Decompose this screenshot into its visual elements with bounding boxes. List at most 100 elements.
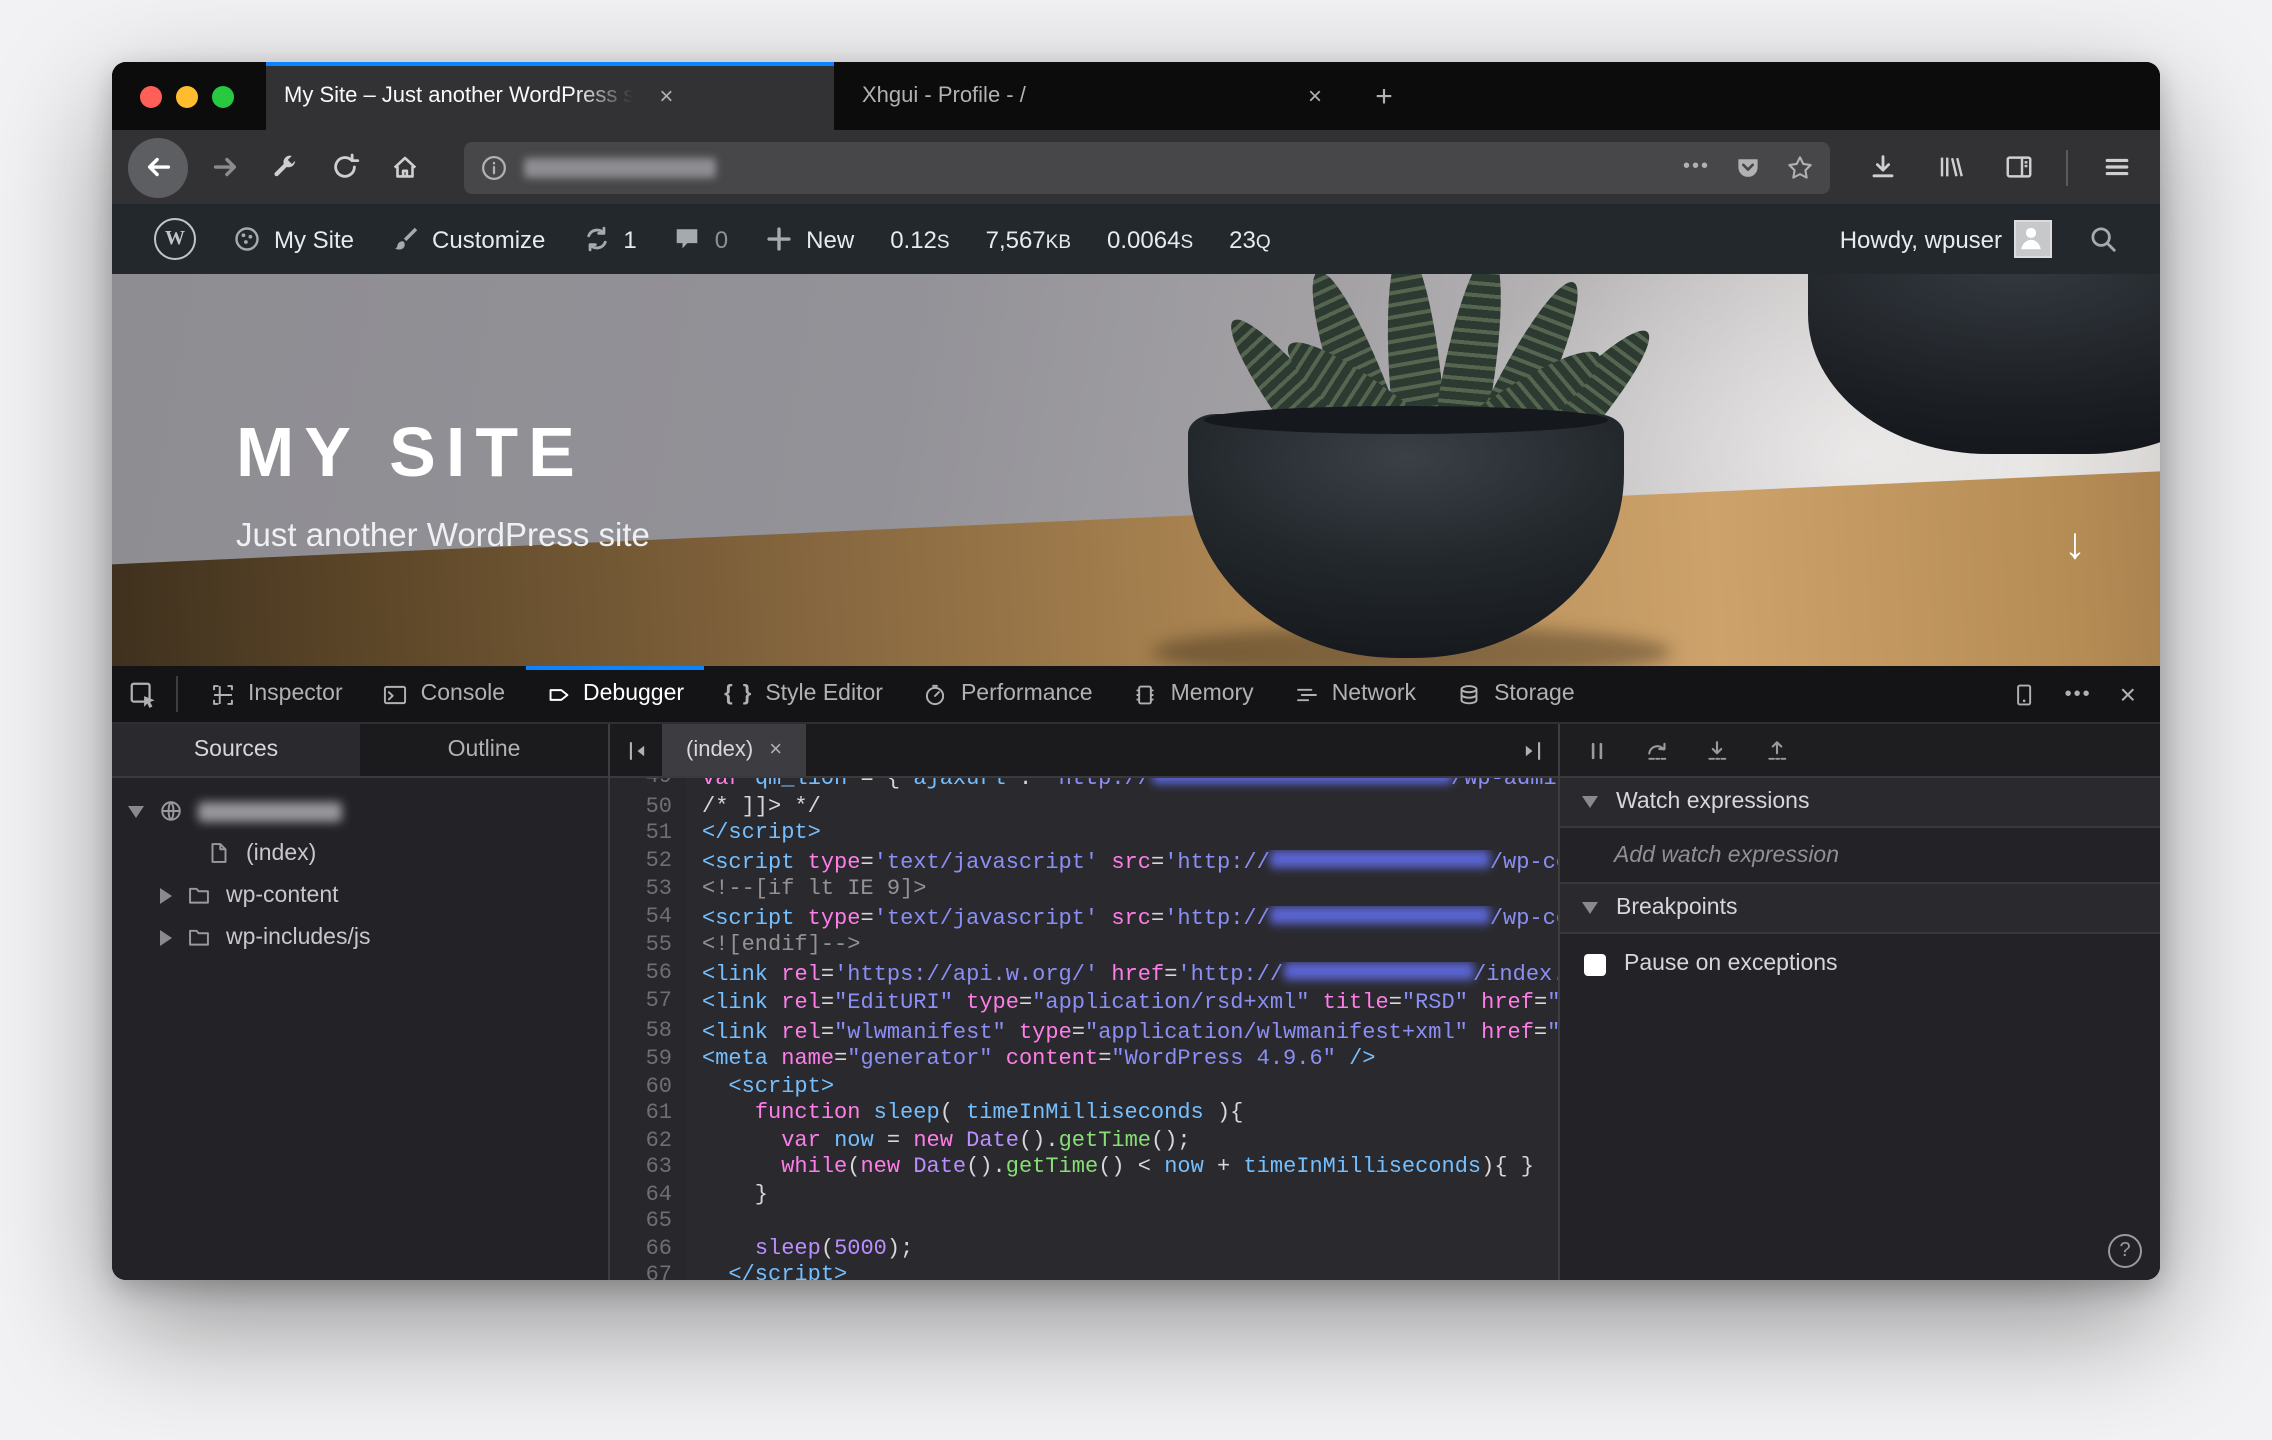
forward-button[interactable] [196,141,252,193]
qm-memory[interactable]: 7,567KB [968,225,1089,253]
line-content: <script type='text/javascript' src='http… [702,849,1558,875]
pause-icon[interactable] [1584,737,1610,763]
line-number[interactable]: 67 [610,1264,686,1280]
line-number[interactable]: 65 [610,1210,686,1237]
line-number[interactable]: 59 [610,1048,686,1075]
tree-item-domain[interactable] [112,790,608,832]
line-number[interactable]: 50 [610,795,686,822]
comments-menu[interactable]: 0 [655,204,746,274]
caret-right-icon[interactable] [160,887,172,903]
devtools-tab-memory[interactable]: Memory [1113,666,1274,722]
line-number[interactable]: 53 [610,878,686,905]
caret-down-icon[interactable] [128,805,144,817]
step-out-icon[interactable] [1764,737,1790,763]
bookmark-star-icon[interactable] [1786,153,1814,181]
sidebar-button[interactable] [1990,141,2046,193]
devtools-tab-debugger[interactable]: Debugger [525,666,704,722]
close-window-button[interactable] [140,85,162,107]
my-account-menu[interactable]: Howdy, wpuser [1822,204,2070,274]
breakpoints-header[interactable]: Breakpoints [1560,884,2160,934]
line-number[interactable]: 66 [610,1237,686,1264]
tab-outline[interactable]: Outline [360,724,608,776]
line-number[interactable]: 58 [610,1019,686,1048]
line-number[interactable]: 51 [610,822,686,849]
devtools-tab-storage[interactable]: Storage [1436,666,1595,722]
download-icon [1871,155,1893,178]
downloads-button[interactable] [1854,141,1910,193]
line-number[interactable]: 54 [610,905,686,934]
devtools-tab-label: Memory [1170,682,1254,706]
tab-close-icon[interactable]: × [659,84,673,108]
browser-tab-my-site[interactable]: My Site – Just another WordPress si × [266,62,834,130]
wrench-button[interactable] [256,141,312,193]
devtools-close-icon[interactable]: × [2120,680,2136,708]
devtools-right-buttons: ••• × [1987,666,2160,722]
minimize-window-button[interactable] [176,85,198,107]
code-editor[interactable]: 49 var qm_l10n = { ajaxurl : 'http:///wp-… [610,778,1558,1280]
blurred-url [1283,961,1474,979]
step-over-icon[interactable] [1644,737,1670,763]
line-number[interactable]: 64 [610,1183,686,1210]
line-number[interactable]: 60 [610,1075,686,1102]
qm-query-count[interactable]: 23Q [1211,225,1289,253]
help-button[interactable]: ? [2108,1234,2142,1268]
browser-tab-xhgui[interactable]: Xhgui - Profile - / × [834,62,1350,130]
tree-item--index-[interactable]: (index) [112,832,608,874]
tree-item-wp-includes-js[interactable]: wp-includes/js [112,916,608,958]
watch-expressions-header[interactable]: Watch expressions [1560,778,2160,828]
line-number[interactable]: 52 [610,849,686,878]
pick-element-button[interactable] [112,666,172,722]
devtools-tab-console[interactable]: Console [363,666,525,722]
zoom-window-button[interactable] [212,85,234,107]
line-number[interactable]: 56 [610,961,686,990]
scroll-down-arrow[interactable]: ↓ [2064,518,2086,570]
devtools-tab-performance[interactable]: Performance [903,666,1113,722]
wp-logo-menu[interactable]: W [136,204,214,274]
line-number[interactable]: 63 [610,1156,686,1183]
line-number[interactable]: 49 [610,778,686,795]
customize-menu[interactable]: Customize [372,204,563,274]
line-number[interactable]: 61 [610,1102,686,1129]
adminbar-search[interactable] [2070,204,2136,274]
code-line-57: 57 <link rel="EditURI" type="application/… [610,990,1558,1019]
expand-panes-button[interactable] [1506,724,1558,776]
line-number[interactable]: 62 [610,1129,686,1156]
pocket-icon[interactable] [1734,153,1762,181]
editor-tab-close-icon[interactable]: × [769,738,782,762]
page-info-icon[interactable] [480,153,508,181]
page-actions-icon[interactable]: ••• [1683,156,1710,178]
step-in-icon[interactable] [1704,737,1730,763]
library-button[interactable] [1922,141,1978,193]
menu-button[interactable] [2088,141,2144,193]
add-watch-expression-input[interactable]: Add watch expression [1560,828,2160,884]
caret-right-icon[interactable] [160,929,172,945]
blurred-domain-label [198,801,342,821]
devtools-tab-inspector[interactable]: Inspector [190,666,363,722]
updates-menu[interactable]: 1 [563,204,654,274]
devtools-menu-icon[interactable]: ••• [2065,683,2092,705]
back-button[interactable] [128,137,188,197]
customize-brush-icon [395,227,418,250]
home-button[interactable] [376,141,432,193]
collapse-sources-pane-button[interactable] [610,724,662,776]
new-tab-button[interactable]: + [1350,62,1418,130]
line-number[interactable]: 57 [610,990,686,1019]
tab-close-icon[interactable]: × [1308,84,1322,108]
tab-sources[interactable]: Sources [112,724,360,776]
line-number[interactable]: 55 [610,934,686,961]
devtools-tab-style-editor[interactable]: { } Style Editor [704,666,903,722]
devtools-tab-network[interactable]: Network [1274,666,1436,722]
tree-item-wp-content[interactable]: wp-content [112,874,608,916]
site-title[interactable]: MY SITE [236,414,585,494]
my-site-menu[interactable]: My Site [214,204,372,274]
pause-on-exceptions-checkbox[interactable] [1584,953,1606,975]
url-bar[interactable]: ••• [464,141,1830,193]
qm-query-time[interactable]: 0.0064S [1089,225,1211,253]
new-content-menu[interactable]: New [746,204,872,274]
pause-on-exceptions-row[interactable]: Pause on exceptions [1560,934,2160,994]
editor-tab-index[interactable]: (index) × [662,724,807,776]
qm-page-time[interactable]: 0.12S [872,225,967,253]
reload-button[interactable] [316,141,372,193]
responsive-design-icon[interactable] [2011,681,2037,707]
blurred-url [1269,905,1490,923]
